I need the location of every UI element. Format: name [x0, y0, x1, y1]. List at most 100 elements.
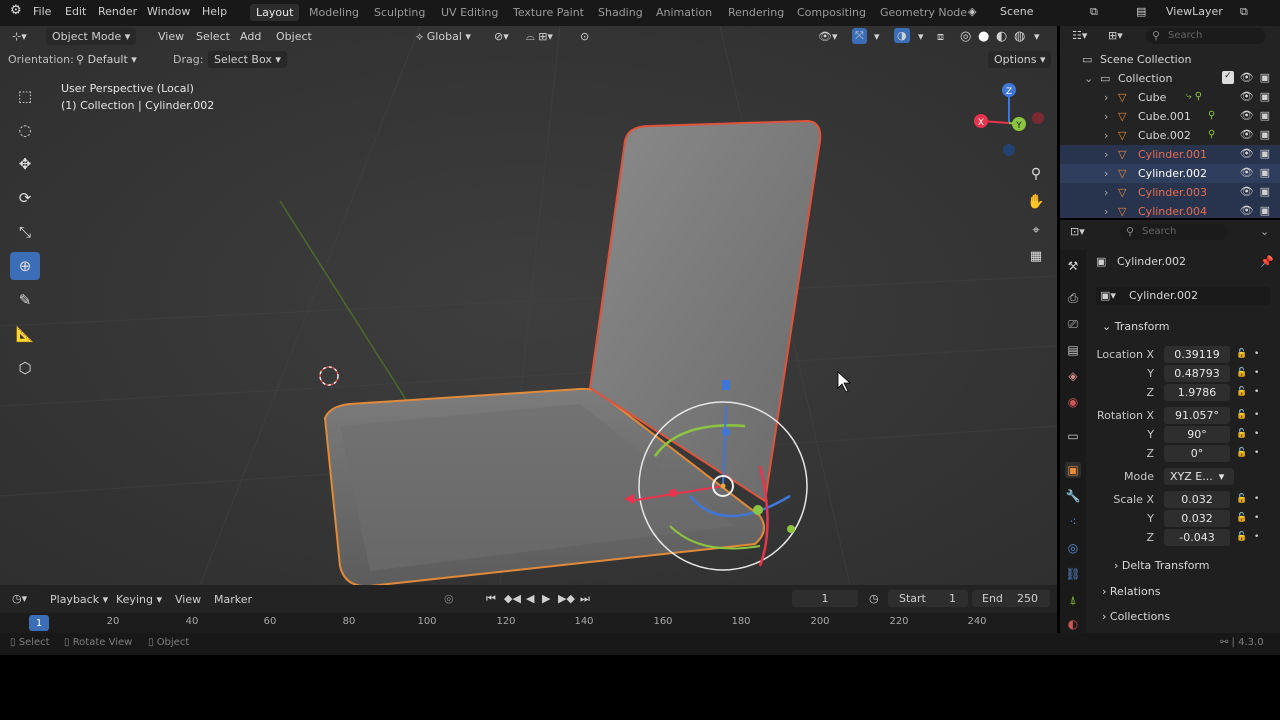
visibility-icon[interactable]: 👁▾ [818, 30, 838, 43]
shading-solid-icon[interactable]: ● [978, 29, 989, 44]
camera-icon[interactable]: ▣ [1260, 109, 1270, 122]
keyframe-dot-icon[interactable]: • [1254, 387, 1259, 397]
select-box-icon[interactable]: ⬚ [10, 82, 40, 110]
location-z-field[interactable]: 1.9786 [1164, 384, 1230, 401]
menu-object[interactable]: Object [276, 30, 312, 43]
keyframe-dot-icon[interactable]: • [1254, 494, 1259, 504]
outliner-filter-icon[interactable]: ⊞▾ [1108, 29, 1123, 42]
expand-icon[interactable]: › [1104, 205, 1108, 218]
output-tab-icon[interactable]: ⎚ [1065, 316, 1081, 332]
object-mode-dropdown[interactable]: Object Mode ▾ [46, 28, 137, 45]
jump-end-icon[interactable]: ⏭ [580, 592, 590, 606]
collection-tab-icon[interactable]: ▭ [1065, 428, 1081, 444]
shading-rendered-icon[interactable]: ◍ [1014, 29, 1025, 44]
camera-icon[interactable]: ▣ [1260, 166, 1270, 179]
transform-orientation-dropdown[interactable]: ⟡ Global ▾ [416, 30, 471, 44]
camera-icon[interactable]: ▣ [1260, 204, 1270, 217]
proportional-edit-icon[interactable]: ⊙ [580, 30, 589, 43]
outliner-object-row[interactable]: › ▽ Cube.001 ⚲ 👁 ▣ [1060, 107, 1280, 126]
move-icon[interactable]: ✥ [10, 150, 40, 178]
render-tab-icon[interactable]: ⎙ [1065, 290, 1081, 306]
keying-menu[interactable]: Keying ▾ [116, 593, 162, 606]
rotate-icon[interactable]: ⟳ [10, 184, 40, 212]
lock-icon[interactable]: 🔓 [1236, 448, 1247, 458]
modifiers-tab-icon[interactable]: 🔧 [1065, 488, 1081, 504]
snap-icon[interactable]: ⌓ ⊞▾ [526, 30, 553, 44]
eye-icon[interactable]: 👁 [1240, 109, 1254, 122]
menu-timeline-view[interactable]: View [175, 593, 201, 606]
eye-icon[interactable]: 👁 [1240, 71, 1254, 84]
camera-icon[interactable]: ▣ [1260, 147, 1270, 160]
menu-add[interactable]: Add [240, 30, 261, 43]
jump-start-icon[interactable]: ⏮ [486, 592, 496, 606]
menu-select[interactable]: Select [196, 30, 230, 43]
location-x-field[interactable]: 0.39119 [1164, 346, 1230, 363]
shading-material-icon[interactable]: ◐ [996, 29, 1007, 44]
menu-window[interactable]: Window [147, 5, 190, 18]
current-frame-field[interactable]: 1 [792, 590, 858, 607]
workspace-tab-modeling[interactable]: Modeling [309, 6, 359, 19]
keyframe-dot-icon[interactable]: • [1254, 410, 1259, 420]
menu-file[interactable]: File [33, 5, 51, 18]
menu-view[interactable]: View [158, 30, 184, 43]
collections-panel[interactable]: › Collections [1102, 610, 1170, 623]
menu-render[interactable]: Render [98, 5, 137, 18]
properties-editor-type-icon[interactable]: ⊡▾ [1070, 225, 1085, 238]
eye-icon[interactable]: 👁 [1240, 204, 1254, 217]
lock-icon[interactable]: 🔓 [1236, 532, 1247, 542]
scale-y-field[interactable]: 0.032 [1164, 510, 1230, 527]
overlay-toggle-icon[interactable]: ◑ [894, 28, 910, 43]
eye-icon[interactable]: 👁 [1240, 166, 1254, 179]
eye-icon[interactable]: 👁 [1240, 147, 1254, 160]
data-tab-icon[interactable]: ⍋ [1065, 592, 1081, 608]
tool-tab-icon[interactable]: ⚒ [1065, 258, 1081, 274]
start-frame-field[interactable]: Start 1 [888, 590, 968, 607]
world-tab-icon[interactable]: ◉ [1065, 394, 1081, 410]
menu-edit[interactable]: Edit [65, 5, 86, 18]
expand-icon[interactable]: › [1104, 91, 1108, 104]
outliner-object-row[interactable]: › ▽ Cylinder.003 👁 ▣ [1060, 183, 1280, 202]
checkbox-icon[interactable]: ✓ [1222, 71, 1234, 84]
outliner-editor-type-icon[interactable]: ☷▾ [1072, 29, 1087, 42]
lock-icon[interactable]: 🔓 [1236, 513, 1247, 523]
lock-icon[interactable]: 🔓 [1236, 410, 1247, 420]
object-tab-icon[interactable]: ▣ [1065, 462, 1081, 478]
properties-options-icon[interactable]: ⌄ [1260, 225, 1269, 238]
xray-toggle-icon[interactable]: ⧈ [937, 30, 944, 44]
object-name-field[interactable]: ▣▾ Cylinder.002 [1096, 287, 1270, 305]
drag-dropdown[interactable]: Select Box ▾ [208, 51, 287, 68]
gizmo-dropdown-icon[interactable]: ▾ [874, 30, 880, 43]
annotate-icon[interactable]: ✎ [10, 286, 40, 314]
lock-icon[interactable]: 🔓 [1236, 429, 1247, 439]
blender-logo-icon[interactable]: ⚙ [10, 3, 22, 18]
keyframe-dot-icon[interactable]: • [1254, 532, 1259, 542]
play-reverse-icon[interactable]: ◀ [526, 592, 534, 605]
next-keyframe-icon[interactable]: ▶◆ [558, 592, 575, 605]
workspace-tab-geometry-nodes[interactable]: Geometry Node [880, 6, 967, 19]
outliner-object-row[interactable]: › ▽ Cylinder.001 👁 ▣ [1060, 145, 1280, 164]
pivot-point-icon[interactable]: ⊘▾ [494, 30, 509, 43]
expand-icon[interactable]: › [1104, 110, 1108, 123]
expand-icon[interactable]: › [1104, 129, 1108, 142]
keyframe-dot-icon[interactable]: • [1254, 448, 1259, 458]
outliner-object-row[interactable]: › ▽ Cube.002 ⚲ 👁 ▣ [1060, 126, 1280, 145]
outliner-object-row[interactable]: › ▽ Cylinder.004 👁 ▣ [1060, 202, 1280, 218]
current-frame-indicator[interactable]: 1 [29, 615, 49, 631]
lock-icon[interactable]: 🔓 [1236, 349, 1247, 359]
scene-name[interactable]: Scene [1000, 5, 1034, 18]
cursor-icon[interactable]: ◌ [10, 116, 40, 144]
end-frame-field[interactable]: End 250 [972, 590, 1050, 607]
lock-icon[interactable]: 🔓 [1236, 387, 1247, 397]
playback-menu[interactable]: Playback ▾ [50, 593, 108, 606]
particles-tab-icon[interactable]: ⁖ [1065, 514, 1081, 530]
eye-icon[interactable]: 👁 [1240, 90, 1254, 103]
outliner-object-row-active[interactable]: › ▽ Cylinder.002 👁 ▣ [1060, 164, 1280, 183]
preview-range-icon[interactable]: ◷ [869, 592, 879, 605]
view-layer-name[interactable]: ViewLayer [1166, 5, 1223, 18]
constraints-tab-icon[interactable]: ⛓ [1065, 566, 1081, 582]
menu-help[interactable]: Help [202, 5, 227, 18]
timeline-editor-type-icon[interactable]: ◷▾ [12, 592, 27, 605]
workspace-tab-layout[interactable]: Layout [250, 4, 300, 21]
new-view-layer-icon[interactable]: ⧉ [1240, 5, 1248, 19]
prev-keyframe-icon[interactable]: ◆◀ [504, 592, 521, 605]
